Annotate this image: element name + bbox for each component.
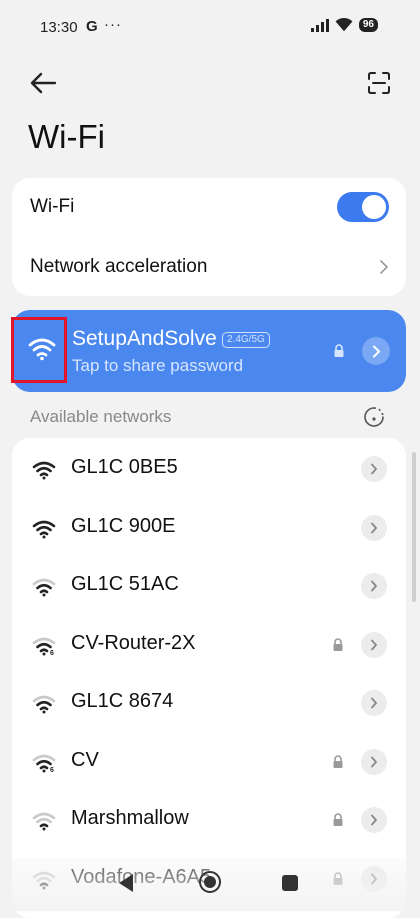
- svg-text:6: 6: [50, 650, 54, 656]
- chevron-right-icon: [371, 522, 378, 533]
- network-row[interactable]: GL1C 0BE5: [12, 440, 406, 498]
- chevron-right-icon: [371, 814, 378, 826]
- connected-details-button[interactable]: [362, 337, 390, 365]
- network-name: GL1C 8674: [71, 690, 174, 712]
- nav-recents-icon[interactable]: [282, 875, 298, 891]
- more-notifications-icon: ···: [104, 16, 122, 33]
- wifi6-signal-icon: 6: [32, 753, 56, 774]
- refresh-icon[interactable]: [363, 406, 385, 428]
- chevron-right-icon: [371, 756, 378, 767]
- svg-text:6: 6: [50, 767, 54, 773]
- network-details-button[interactable]: [361, 690, 387, 716]
- chevron-right-icon: [371, 463, 378, 475]
- status-icons: 96: [310, 18, 378, 32]
- arrow-left-icon: [30, 72, 57, 94]
- google-icon: G: [86, 18, 98, 35]
- network-name: GL1C 51AC: [71, 573, 179, 595]
- share-password-hint: Tap to share password: [72, 356, 244, 375]
- wifi6-signal-icon: 6: [32, 636, 56, 657]
- lock-icon: [332, 813, 344, 831]
- scrollbar[interactable]: [412, 452, 416, 602]
- chevron-right-icon: [378, 260, 390, 274]
- available-networks-list: GL1C 0BE5 GL1C 900E GL1C 51AC 6 CV-Router-2X…: [12, 438, 406, 918]
- status-bar: 13:30 G ··· 96: [0, 0, 420, 56]
- top-bar: [0, 60, 420, 106]
- wifi-settings-card: Wi-Fi Network acceleration: [12, 178, 406, 296]
- scan-icon: [368, 72, 390, 94]
- network-details-button[interactable]: [361, 748, 387, 775]
- page-title: Wi-Fi: [28, 118, 105, 155]
- network-details-button[interactable]: [361, 514, 387, 541]
- battery-icon: 96: [358, 18, 378, 32]
- wifi-status-icon: [335, 18, 353, 32]
- network-row[interactable]: 6 CV: [12, 733, 406, 791]
- toggle-knob: [362, 195, 386, 219]
- chevron-right-icon: [372, 345, 380, 357]
- network-row[interactable]: 6 CV-Router-2X: [12, 616, 406, 674]
- cell-signal-icon: [310, 18, 329, 32]
- highlight-box: [11, 317, 67, 383]
- back-button[interactable]: [26, 66, 60, 100]
- wifi-signal-icon: [32, 519, 56, 538]
- network-acceleration-row[interactable]: Network acceleration: [12, 238, 406, 296]
- wifi-toggle-row[interactable]: Wi-Fi: [12, 178, 406, 236]
- network-details-button[interactable]: [361, 631, 387, 658]
- network-details-button[interactable]: [361, 456, 387, 482]
- network-details-button[interactable]: [361, 573, 387, 599]
- wifi-signal-icon: [32, 577, 56, 597]
- network-details-button[interactable]: [361, 807, 387, 833]
- wifi-toggle[interactable]: [337, 192, 389, 222]
- chevron-right-icon: [371, 580, 378, 592]
- wifi-label: Wi-Fi: [30, 196, 75, 217]
- nav-home-icon[interactable]: [198, 870, 222, 894]
- network-name: Marshmallow: [71, 807, 189, 829]
- available-networks-header: Available networks: [30, 407, 172, 426]
- network-name: CV: [71, 748, 99, 771]
- network-acceleration-label: Network acceleration: [30, 256, 208, 277]
- wifi-signal-icon: [32, 460, 56, 480]
- band-badge: 2.4G/5G: [222, 332, 270, 348]
- lock-icon: [334, 344, 344, 357]
- lock-icon: [332, 637, 344, 656]
- network-row[interactable]: GL1C 8674: [12, 674, 406, 732]
- wifi-signal-icon: [32, 811, 56, 831]
- network-row[interactable]: GL1C 51AC: [12, 557, 406, 615]
- connected-network-card[interactable]: [12, 310, 406, 392]
- chevron-right-icon: [371, 639, 378, 650]
- status-time: 13:30: [40, 19, 78, 36]
- network-name: GL1C 900E: [71, 514, 176, 537]
- chevron-right-icon: [371, 697, 378, 709]
- network-name: GL1C 0BE5: [71, 456, 178, 478]
- lock-icon: [332, 754, 344, 773]
- network-row[interactable]: Marshmallow: [12, 791, 406, 849]
- connected-network-name: SetupAndSolve: [72, 327, 217, 350]
- wifi-signal-icon: [32, 694, 56, 714]
- nav-back-icon[interactable]: [116, 872, 136, 894]
- network-name: CV-Router-2X: [71, 631, 196, 654]
- network-row[interactable]: GL1C 900E: [12, 499, 406, 557]
- scan-qr-button[interactable]: [362, 66, 396, 100]
